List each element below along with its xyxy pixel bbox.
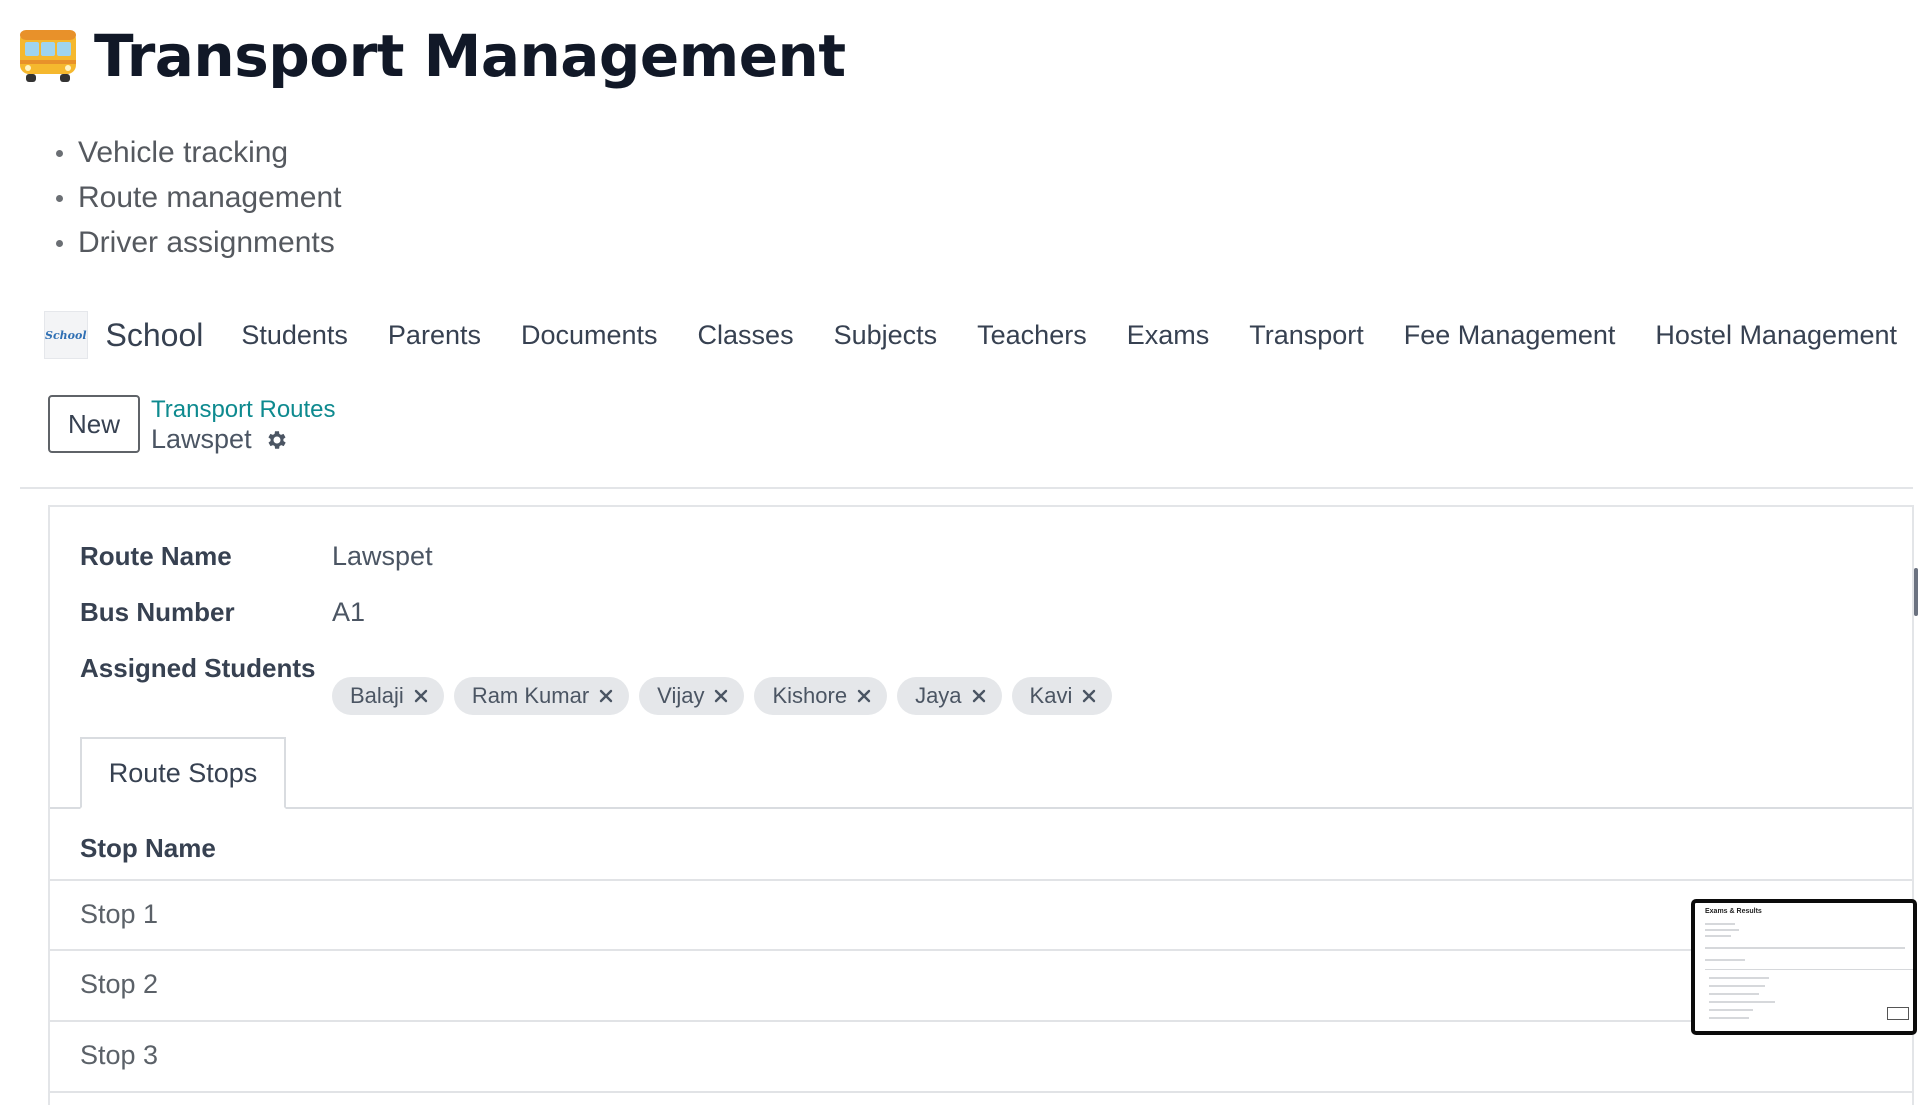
student-tag-label: Balaji — [350, 683, 404, 708]
student-tag: Kishore — [754, 677, 888, 715]
route-name-field[interactable]: Lawspet — [332, 541, 433, 572]
new-button[interactable]: New — [48, 395, 140, 453]
table-row[interactable]: Stop 2 — [50, 951, 1912, 1019]
student-tag-label: Vijay — [657, 683, 705, 708]
close-icon[interactable] — [972, 689, 986, 703]
control-panel-divider — [20, 487, 1913, 489]
form-sheet: Route Name Lawspet Bus Number A1 Assigne… — [48, 505, 1914, 1105]
tab-route-stops[interactable]: Route Stops — [80, 737, 286, 809]
nav-item-exams[interactable]: Exams — [1127, 320, 1210, 351]
assigned-students-label: Assigned Students — [80, 653, 316, 683]
thumbnail-title: Exams & Results — [1705, 908, 1762, 915]
stop-name-cell: Stop 1 — [80, 899, 159, 929]
thumbnail-line — [1705, 969, 1913, 970]
thumbnail-line — [1709, 1017, 1749, 1019]
thumbnail-line — [1709, 1001, 1775, 1003]
route-name-label: Route Name — [80, 541, 232, 571]
record-title-text: Lawspet — [151, 424, 252, 454]
student-tag-label: Kishore — [772, 683, 848, 708]
thumbnail-line — [1709, 977, 1769, 979]
feature-item: Route management — [56, 175, 342, 220]
thumbnail-line — [1709, 985, 1765, 987]
thumbnail-line — [1709, 993, 1759, 995]
close-icon[interactable] — [599, 689, 613, 703]
thumbnail-line — [1705, 959, 1745, 961]
record-title: Lawspet — [151, 424, 288, 455]
bus-icon — [20, 30, 76, 82]
nav-item-parents[interactable]: Parents — [388, 320, 481, 351]
scrollbar-handle[interactable] — [1914, 568, 1918, 616]
thumbnail-line — [1705, 947, 1905, 949]
thumbnail-line — [1705, 935, 1731, 937]
student-tag: Vijay — [639, 677, 745, 715]
feature-list: Vehicle tracking Route management Driver… — [56, 130, 342, 265]
student-tag: Jaya — [897, 677, 1002, 715]
nav-item-teachers[interactable]: Teachers — [977, 320, 1087, 351]
bus-number-label: Bus Number — [80, 597, 235, 627]
page-title: Transport Management — [94, 22, 846, 90]
column-header-stop-name[interactable]: Stop Name — [80, 833, 216, 864]
thumbnail-cursor-box — [1887, 1007, 1909, 1020]
nav-item-classes[interactable]: Classes — [698, 320, 794, 351]
close-icon[interactable] — [857, 689, 871, 703]
thumbnail-line — [1705, 923, 1735, 925]
app-navbar: School School Students Parents Documents… — [44, 310, 1920, 360]
feature-item: Vehicle tracking — [56, 130, 342, 175]
feature-item: Driver assignments — [56, 220, 342, 265]
stop-name-cell: Stop 2 — [80, 969, 159, 999]
nav-item-fee-management[interactable]: Fee Management — [1404, 320, 1616, 351]
table-row[interactable]: Stop 3 — [50, 1022, 1912, 1090]
student-tag-label: Kavi — [1029, 683, 1073, 708]
table-row[interactable]: Stop 1 — [50, 881, 1912, 949]
nav-item-students[interactable]: Students — [241, 320, 348, 351]
close-icon[interactable] — [414, 689, 428, 703]
nav-item-transport[interactable]: Transport — [1249, 320, 1364, 351]
thumbnail-line — [1709, 1009, 1753, 1011]
tab-divider — [50, 807, 1912, 809]
student-tag: Ram Kumar — [453, 677, 630, 715]
nav-item-hostel-management[interactable]: Hostel Management — [1655, 320, 1897, 351]
bus-number-field[interactable]: A1 — [332, 597, 365, 628]
brand-name[interactable]: School — [106, 317, 204, 354]
student-tag-label: Jaya — [915, 683, 962, 708]
close-icon[interactable] — [1082, 689, 1096, 703]
nav-item-subjects[interactable]: Subjects — [834, 320, 938, 351]
thumbnail-line — [1705, 929, 1739, 931]
page-heading: Transport Management — [16, 26, 846, 86]
brand-logo[interactable]: School — [44, 311, 88, 359]
stop-name-cell: Stop 3 — [80, 1040, 159, 1070]
breadcrumb-transport-routes[interactable]: Transport Routes — [151, 396, 336, 424]
student-tag-label: Ram Kumar — [471, 683, 590, 708]
assigned-students-field[interactable]: Balaji Ram Kumar Vijay Kishore Jaya Kavi — [332, 677, 1113, 715]
nav-item-documents[interactable]: Documents — [521, 320, 658, 351]
table-divider — [50, 1091, 1912, 1093]
screen-thumbnail[interactable]: Exams & Results — [1691, 899, 1917, 1035]
student-tag: Balaji — [332, 677, 444, 715]
gear-icon[interactable] — [264, 428, 288, 452]
close-icon[interactable] — [714, 689, 728, 703]
student-tag: Kavi — [1011, 677, 1113, 715]
